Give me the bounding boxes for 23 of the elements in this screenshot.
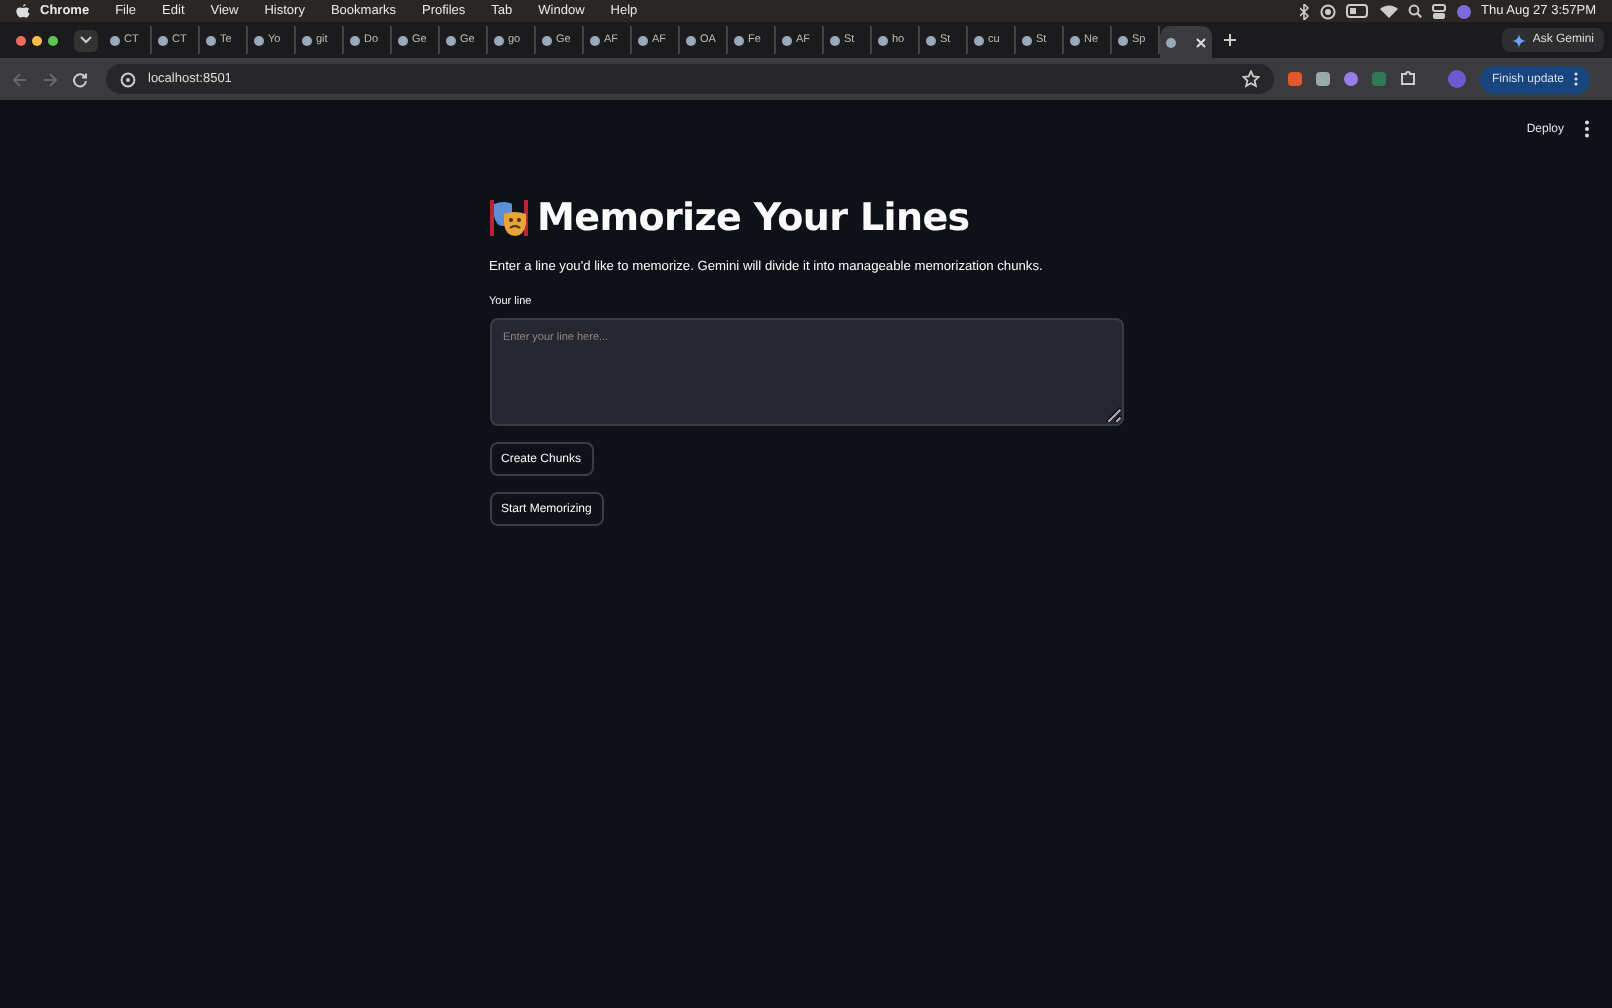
close-icon[interactable] <box>1196 37 1206 47</box>
tab-search-button[interactable] <box>74 29 98 51</box>
chevron-down-icon <box>80 36 92 44</box>
puzzle-icon[interactable] <box>1400 70 1418 88</box>
window-controls-drawing[interactable] <box>16 35 58 45</box>
more-options-icon <box>1574 72 1579 86</box>
reload-icon[interactable] <box>72 71 88 87</box>
sparkle-icon <box>1512 33 1527 47</box>
bluetooth-icon[interactable] <box>1299 3 1310 19</box>
battery-icon[interactable] <box>1345 4 1370 18</box>
star-icon[interactable] <box>1242 70 1260 88</box>
site-info-icon[interactable] <box>120 71 136 87</box>
search-icon[interactable] <box>1407 4 1422 18</box>
page-title: Memorize Your Lines <box>537 196 970 240</box>
wifi-icon[interactable] <box>1379 4 1398 18</box>
control-center-icon[interactable] <box>1431 3 1446 19</box>
apple-logo-icon[interactable] <box>16 3 30 19</box>
theater-masks-icon <box>489 198 529 238</box>
new-tab-button[interactable] <box>1224 34 1236 46</box>
browser-tab[interactable] <box>1160 26 1212 58</box>
more-options-icon[interactable] <box>1584 120 1590 138</box>
record-icon[interactable] <box>1319 3 1336 19</box>
assistant-icon[interactable] <box>1455 3 1472 19</box>
